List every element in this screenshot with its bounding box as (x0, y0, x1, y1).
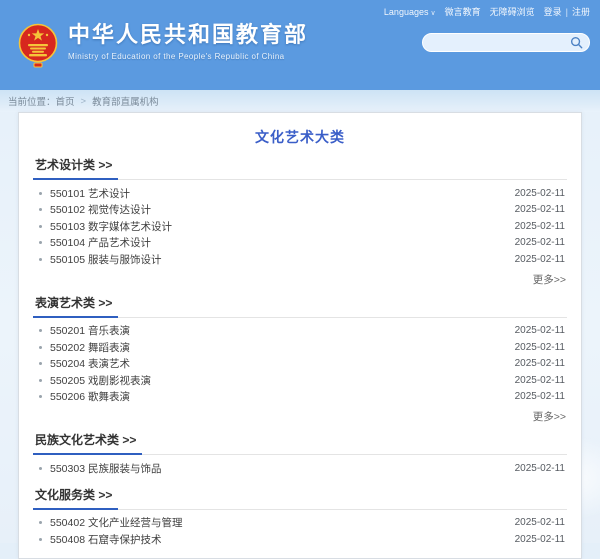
major-link[interactable]: 550103 数字媒体艺术设计 (50, 219, 515, 234)
brand[interactable]: 中华人民共和国教育部 Ministry of Education of the … (18, 22, 308, 68)
bullet-icon (39, 257, 42, 261)
major-link[interactable]: 550206 歌舞表演 (50, 389, 515, 404)
bullet-icon (39, 329, 42, 333)
bullet-icon (39, 208, 42, 212)
major-link[interactable]: 550105 服装与服饰设计 (50, 252, 515, 267)
bullet-icon (39, 395, 42, 399)
major-link[interactable]: 550104 产品艺术设计 (50, 235, 515, 250)
top-links-divider: | (565, 6, 568, 17)
section-header: 艺术设计类 >> (33, 157, 567, 180)
site-header: Languages ∨ 微言教育 无障碍浏览 登录 | 注册 中华人民共和国教育部… (0, 0, 600, 90)
category-section: 民族文化艺术类 >> 550303 民族服装与饰品 2025-02-11 (33, 432, 567, 477)
list-item: 550206 歌舞表演 2025-02-11 (37, 389, 565, 406)
list-item: 550202 舞蹈表演 2025-02-11 (37, 339, 565, 356)
bullet-icon (39, 537, 42, 541)
major-link[interactable]: 550102 视觉传达设计 (50, 202, 515, 217)
category-section: 表演艺术类 >> 550201 音乐表演 2025-02-11 550202 舞蹈表演… (33, 295, 567, 423)
search-box[interactable] (422, 33, 590, 52)
major-list: 550101 艺术设计 2025-02-11 550102 视觉传达设计 2025-0… (33, 180, 567, 268)
list-item: 550205 戏剧影视表演 2025-02-11 (37, 372, 565, 389)
more-row: 更多>> (33, 268, 567, 286)
item-date: 2025-02-11 (514, 533, 565, 545)
site-title: 中华人民共和国教育部 (68, 22, 309, 47)
bullet-icon (39, 466, 42, 470)
list-item: 550204 表演艺术 2025-02-11 (37, 356, 565, 373)
item-date: 2025-02-11 (514, 187, 565, 199)
item-date: 2025-02-11 (514, 237, 565, 249)
top-link-accessibility[interactable]: 无障碍浏览 (490, 5, 535, 18)
list-item: 550104 产品艺术设计 2025-02-11 (37, 235, 565, 252)
chevron-down-icon: ∨ (430, 9, 436, 17)
list-item: 550408 石窟寺保护技术 2025-02-11 (37, 531, 565, 548)
search-icon[interactable] (570, 36, 583, 49)
bullet-icon (39, 191, 42, 195)
category-section: 文化服务类 >> 550402 文化产业经营与管理 2025-02-11 550408… (33, 487, 567, 548)
breadcrumb-current: 教育部直属机构 (92, 97, 159, 108)
top-utility-bar: Languages ∨ 微言教育 无障碍浏览 登录 | 注册 (384, 5, 590, 18)
item-date: 2025-02-11 (514, 358, 565, 370)
top-link-weiyan[interactable]: 微言教育 (445, 5, 481, 18)
item-date: 2025-02-11 (514, 391, 565, 403)
section-header: 文化服务类 >> (33, 487, 567, 510)
major-link[interactable]: 550204 表演艺术 (50, 356, 515, 371)
item-date: 2025-02-11 (514, 462, 565, 474)
list-item: 550303 民族服装与饰品 2025-02-11 (37, 460, 565, 477)
breadcrumb: 当前位置： 首页 > 教育部直属机构 (0, 90, 600, 112)
languages-menu[interactable]: Languages ∨ (384, 7, 436, 17)
more-link[interactable]: 更多>> (533, 411, 566, 423)
major-link[interactable]: 550402 文化产业经营与管理 (50, 515, 515, 530)
list-item: 550101 艺术设计 2025-02-11 (37, 185, 565, 202)
register-link[interactable]: 注册 (572, 5, 590, 18)
more-link[interactable]: 更多>> (533, 274, 566, 286)
page-title: 文化艺术大类 (255, 129, 345, 145)
bullet-icon (39, 345, 42, 349)
major-link[interactable]: 550202 舞蹈表演 (50, 340, 515, 355)
bullet-icon (39, 224, 42, 228)
item-date: 2025-02-11 (514, 341, 565, 353)
section-title-link[interactable]: 民族文化艺术类 >> (33, 433, 143, 455)
item-date: 2025-02-11 (514, 253, 565, 265)
list-item: 550103 数字媒体艺术设计 2025-02-11 (37, 218, 565, 235)
item-date: 2025-02-11 (514, 204, 565, 216)
login-link[interactable]: 登录 (544, 5, 562, 18)
search-input[interactable] (433, 36, 570, 49)
list-item: 550102 视觉传达设计 2025-02-11 (37, 202, 565, 219)
category-section: 艺术设计类 >> 550101 艺术设计 2025-02-11 550102 视觉传达… (33, 157, 567, 286)
breadcrumb-separator: > (80, 95, 87, 107)
bullet-icon (39, 241, 42, 245)
section-header: 表演艺术类 >> (33, 295, 567, 318)
more-row: 更多>> (33, 405, 567, 423)
major-list: 550402 文化产业经营与管理 2025-02-11 550408 石窟寺保护技术… (33, 510, 567, 548)
breadcrumb-home-link[interactable]: 首页 (56, 94, 75, 108)
item-date: 2025-02-11 (514, 374, 565, 386)
item-date: 2025-02-11 (514, 325, 565, 337)
bullet-icon (39, 362, 42, 366)
section-header: 民族文化艺术类 >> (33, 432, 567, 455)
major-link[interactable]: 550408 石窟寺保护技术 (50, 532, 515, 547)
section-title-link[interactable]: 艺术设计类 >> (33, 158, 119, 180)
major-link[interactable]: 550303 民族服装与饰品 (50, 461, 515, 476)
bullet-icon (39, 521, 42, 525)
section-title-link[interactable]: 表演艺术类 >> (33, 296, 119, 318)
major-link[interactable]: 550101 艺术设计 (50, 186, 515, 201)
item-date: 2025-02-11 (514, 220, 565, 232)
content-panel: 文化艺术大类 艺术设计类 >> 550101 艺术设计 2025-02-11 5501… (18, 112, 582, 559)
breadcrumb-label: 当前位置： (8, 97, 56, 108)
list-item: 550105 服装与服饰设计 2025-02-11 (37, 251, 565, 268)
section-title-link[interactable]: 文化服务类 >> (33, 488, 119, 510)
item-date: 2025-02-11 (514, 517, 565, 529)
site-subtitle: Ministry of Education of the People's Re… (68, 52, 285, 61)
list-item: 550201 音乐表演 2025-02-11 (37, 323, 565, 340)
bullet-icon (39, 378, 42, 382)
sections-container: 艺术设计类 >> 550101 艺术设计 2025-02-11 550102 视觉传达… (33, 157, 567, 548)
major-list: 550303 民族服装与饰品 2025-02-11 (33, 455, 567, 477)
major-link[interactable]: 550201 音乐表演 (50, 323, 515, 338)
national-emblem-icon (18, 23, 58, 68)
major-list: 550201 音乐表演 2025-02-11 550202 舞蹈表演 2025-02-… (33, 318, 567, 406)
major-link[interactable]: 550205 戏剧影视表演 (50, 373, 515, 388)
list-item: 550402 文化产业经营与管理 2025-02-11 (37, 515, 565, 532)
